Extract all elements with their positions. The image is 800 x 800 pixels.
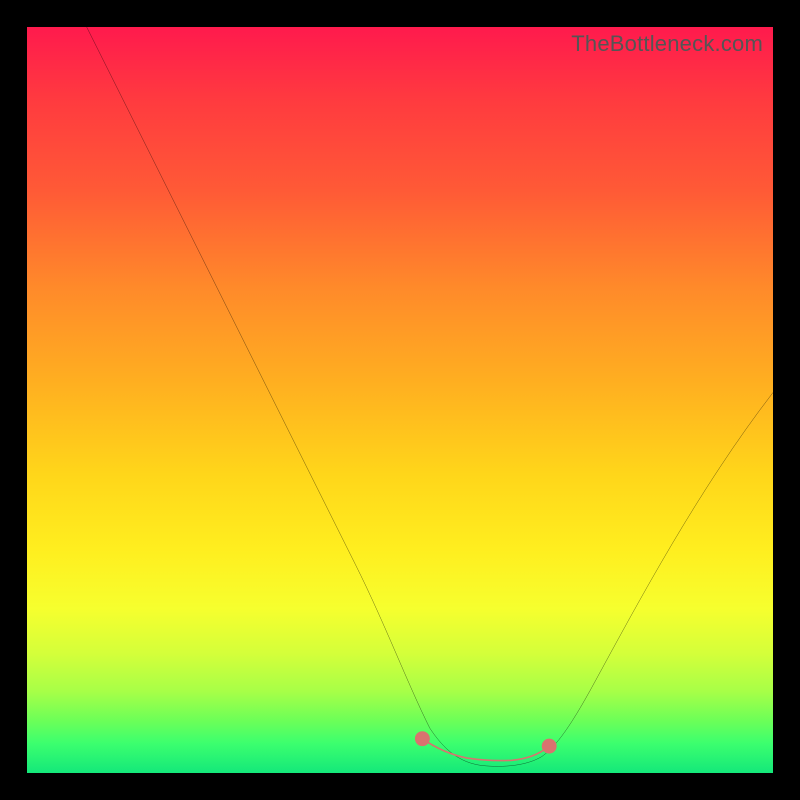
marker-dot: [415, 731, 430, 746]
marker-dot: [542, 739, 557, 754]
bottom-highlight-markers: [415, 731, 557, 760]
plot-area: TheBottleneck.com: [27, 27, 773, 773]
chart-frame: TheBottleneck.com: [0, 0, 800, 800]
chart-svg: [27, 27, 773, 773]
bottleneck-curve: [87, 27, 773, 766]
bottom-highlight-stroke: [422, 739, 549, 761]
